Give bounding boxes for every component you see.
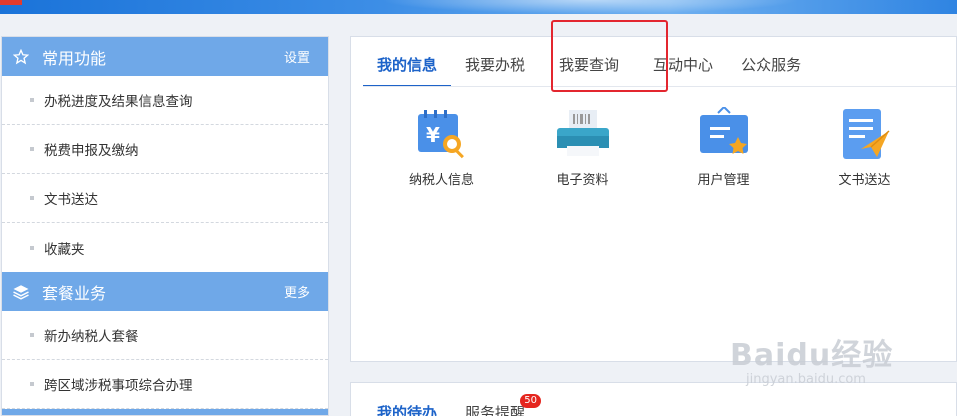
bullet xyxy=(30,147,34,151)
bullet xyxy=(30,196,34,200)
bullet xyxy=(30,382,34,386)
package-business-title: 套餐业务 xyxy=(42,283,107,303)
sidebar-item-new-taxpayer-package[interactable]: 新办纳税人套餐 xyxy=(2,311,328,360)
sidebar-item-label: 收藏夹 xyxy=(44,241,85,258)
taxpayer-info-entry[interactable]: ¥ 纳税人信息 xyxy=(371,105,512,188)
tab-my-info[interactable]: 我的信息 xyxy=(363,54,452,87)
package-business-header: 套餐业务 更多 xyxy=(2,272,328,311)
tab-public-service[interactable]: 公众服务 xyxy=(727,54,815,87)
sidebar: 常用功能 设置 办税进度及结果信息查询 税费申报及缴纳 文书送达 收藏夹 套餐业… xyxy=(1,36,329,416)
document-delivery-label: 文书送达 xyxy=(838,173,891,188)
common-functions-title: 常用功能 xyxy=(42,48,107,68)
sidebar-item-label: 税费申报及缴纳 xyxy=(44,143,139,159)
todo-tabs: 我的待办 服务提醒 50 xyxy=(351,383,956,416)
bullet xyxy=(30,98,34,102)
reminder-count-badge: 50 xyxy=(520,394,542,408)
settings-link[interactable]: 设置 xyxy=(284,47,310,66)
layers-icon xyxy=(12,283,30,301)
tab-query[interactable]: 我要查询 xyxy=(545,54,633,87)
brand-mark xyxy=(0,0,22,5)
user-management-entry[interactable]: 用户管理 xyxy=(653,105,794,188)
tab-tax-handling[interactable]: 我要办税 xyxy=(451,54,539,87)
sidebar-item-favorites[interactable]: 收藏夹 xyxy=(2,223,328,272)
top-banner xyxy=(0,0,957,14)
todo-panel: 我的待办 服务提醒 50 xyxy=(350,382,957,416)
sidebar-item-label: 跨区域涉税事项综合办理 xyxy=(44,378,193,394)
tab-divider xyxy=(363,86,956,87)
star-icon xyxy=(12,48,30,66)
sidebar-item-label: 办税进度及结果信息查询 xyxy=(44,94,193,110)
sidebar-item-label: 文书送达 xyxy=(44,192,98,208)
sidebar-item-label: 新办纳税人套餐 xyxy=(44,329,139,345)
user-management-label: 用户管理 xyxy=(697,173,750,188)
electronic-data-label: 电子资料 xyxy=(556,173,609,188)
sidebar-item-tax-declaration[interactable]: 税费申报及缴纳 xyxy=(2,125,328,174)
banner-wave-decoration xyxy=(380,0,800,14)
sidebar-next-header-strip xyxy=(2,409,328,415)
electronic-data-icon xyxy=(553,105,613,163)
svg-text:¥: ¥ xyxy=(426,123,440,147)
bullet xyxy=(30,333,34,337)
bullet xyxy=(30,245,34,250)
baidu-watermark: Baidu经验 xyxy=(730,338,894,373)
electronic-data-entry[interactable]: 电子资料 xyxy=(512,105,653,188)
taxpayer-info-label: 纳税人信息 xyxy=(408,173,474,188)
sidebar-item-progress-query[interactable]: 办税进度及结果信息查询 xyxy=(2,76,328,125)
taxpayer-info-icon: ¥ xyxy=(412,105,472,163)
tab-service-reminder[interactable]: 服务提醒 50 xyxy=(451,394,542,416)
more-link[interactable]: 更多 xyxy=(284,282,310,301)
function-icon-grid: ¥ 纳税人信息 电子资料 用户管理 文书送达 xyxy=(351,87,956,188)
service-reminder-label: 服务提醒 xyxy=(465,404,526,416)
main-tabs: 我的信息 我要办税 我要查询 互动中心 公众服务 xyxy=(351,37,956,87)
sidebar-item-cross-region[interactable]: 跨区域涉税事项综合办理 xyxy=(2,360,328,409)
main-panel: 我的信息 我要办税 我要查询 互动中心 公众服务 ¥ 纳税人信息 电子资料 用户… xyxy=(350,36,957,362)
document-delivery-entry[interactable]: 文书送达 xyxy=(794,105,935,188)
common-functions-header: 常用功能 设置 xyxy=(2,37,328,76)
tab-my-todo[interactable]: 我的待办 xyxy=(363,402,451,416)
tab-interaction-center[interactable]: 互动中心 xyxy=(639,54,727,87)
document-delivery-icon xyxy=(835,105,895,163)
user-management-icon xyxy=(694,105,754,163)
baidu-watermark-url: jingyan.baidu.com xyxy=(746,372,866,387)
sidebar-item-document-delivery[interactable]: 文书送达 xyxy=(2,174,328,223)
